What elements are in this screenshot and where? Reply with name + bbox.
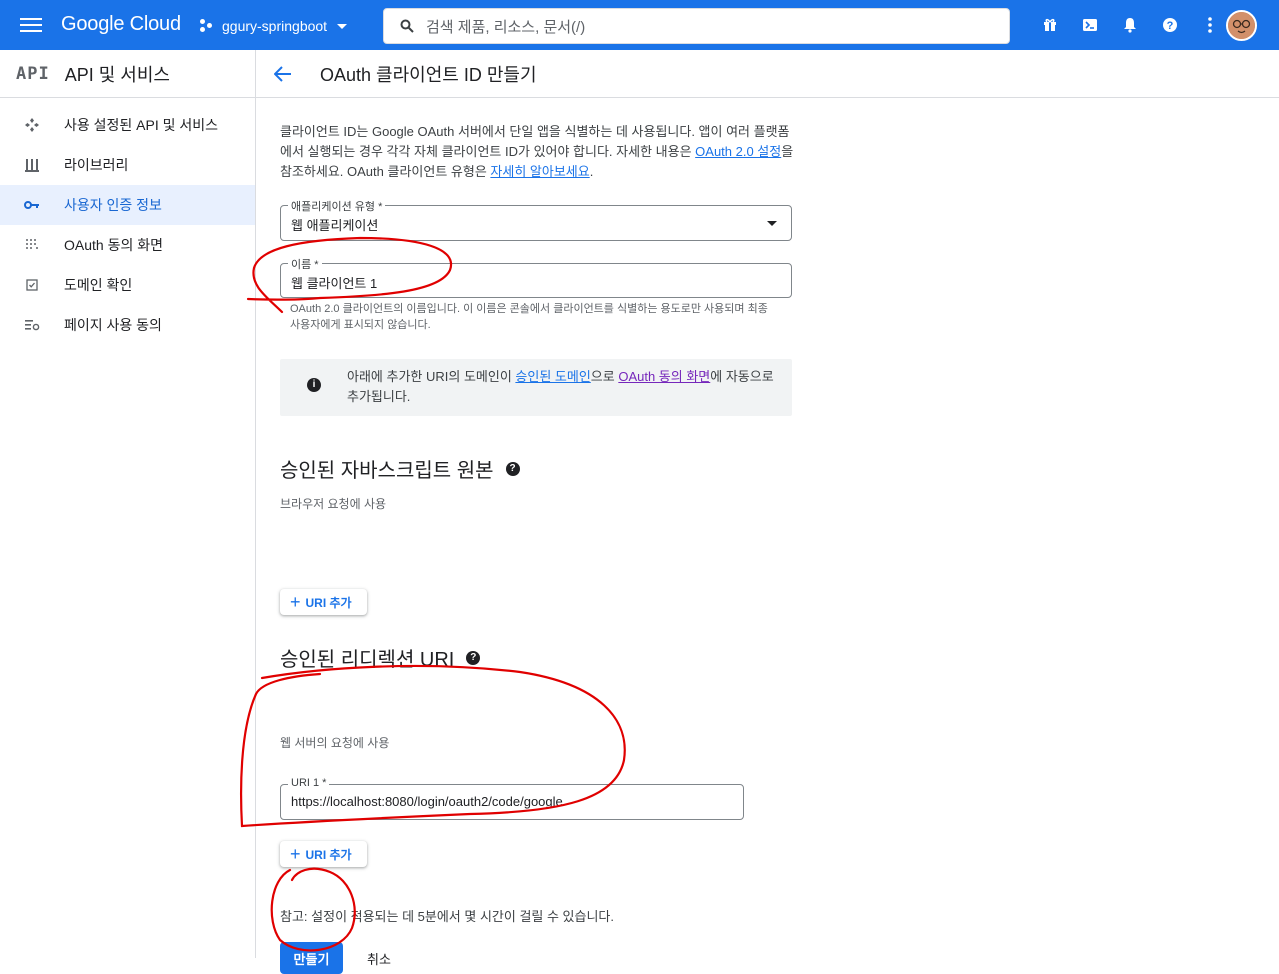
sidebar-item-enabled-apis[interactable]: 사용 설정된 API 및 서비스 [0,105,255,145]
application-type-value: 웹 애플리케이션 [291,218,379,233]
api-diamond-icon [24,117,40,133]
uri-1-value: https://localhost:8080/login/oauth2/code… [291,794,563,809]
main-menu-icon[interactable] [20,15,42,35]
search-placeholder: 검색 제품, 리소스, 문서(/) [426,18,586,36]
authorized-domains-link[interactable]: 승인된 도메인 [515,369,590,384]
sidebar-item-library[interactable]: 라이브러리 [0,145,255,185]
create-button[interactable]: 만들기 [280,942,343,974]
top-app-bar: Google Cloud ggury-springboot 검색 제품, 리소스… [0,0,1279,50]
redirect-uris-subtitle: 웹 서버의 요청에 사용 [280,736,390,750]
name-input[interactable]: 이름 * 웹 클라이언트 1 [280,256,792,298]
cancel-button[interactable]: 취소 [367,949,391,968]
sidebar-item-page-usage-agreement[interactable]: 페이지 사용 동의 [0,305,255,345]
js-origins-title: 승인된 자바스크립트 원본 [280,460,494,482]
page-header: OAuth 클라이언트 ID 만들기 [256,50,1279,98]
key-icon [24,197,40,213]
more-vert-icon[interactable] [1190,14,1230,36]
search-icon [400,19,414,33]
sidebar-item-label: 라이브러리 [64,157,129,173]
info-icon: i [307,378,321,392]
sidebar-item-label: 사용자 인증 정보 [64,197,162,213]
add-uri-label: URI 추가 [305,847,352,862]
info-text: 아래에 추가한 URI의 도메인이 승인된 도메인으로 OAuth 동의 화면에… [347,367,787,407]
help-icon[interactable]: ? [505,461,520,476]
add-uri-label: URI 추가 [305,595,352,610]
oauth-setup-link[interactable]: OAuth 2.0 설정 [695,144,781,159]
redirect-uri-1-input[interactable]: URI 1 * https://localhost:8080/login/oau… [280,777,744,820]
gift-icon[interactable] [1030,14,1070,36]
svg-text:?: ? [1167,20,1174,32]
sidebar-item-label: 사용 설정된 API 및 서비스 [64,117,219,133]
info-box: i 아래에 추가한 URI의 도메인이 승인된 도메인으로 OAuth 동의 화… [280,359,792,416]
library-icon [24,157,40,173]
page-title: OAuth 클라이언트 ID 만들기 [320,64,537,85]
name-hint: OAuth 2.0 클라이언트의 이름입니다. 이 이름은 콘솔에서 클라이언트… [290,303,768,331]
help-icon[interactable]: ? [1150,14,1190,36]
redirect-uris-title: 승인된 리디렉션 URI [280,649,455,671]
sidebar-item-label: 도메인 확인 [64,277,133,293]
back-arrow-icon[interactable] [274,64,294,84]
sidebar-item-domain-verification[interactable]: 도메인 확인 [0,265,255,305]
sidebar-header: API API 및 서비스 [0,50,255,98]
js-origins-subtitle: 브라우저 요청에 사용 [280,497,387,511]
propagation-note: 참고: 설정이 적용되는 데 5분에서 몇 시간이 걸릴 수 있습니다. [280,909,615,924]
checkbox-icon [24,277,40,293]
application-type-label: 애플리케이션 유형 * [288,198,386,214]
uri-1-label: URI 1 * [288,777,330,789]
project-name: ggury-springboot [222,18,328,34]
plus-icon: + [290,592,301,612]
sidebar-title: API 및 서비스 [64,64,170,85]
oauth-consent-screen-link[interactable]: OAuth 동의 화면 [618,369,710,384]
info-text-part: 으로 [590,369,619,384]
project-icon [200,19,214,33]
search-input[interactable]: 검색 제품, 리소스, 문서(/) [383,8,1010,44]
js-origins-heading: 승인된 자바스크립트 원본 ? [280,454,520,483]
chevron-down-icon [337,23,348,29]
intro-text-part: . [589,164,594,179]
settings-list-icon [24,317,40,333]
help-icon[interactable]: ? [466,650,481,665]
sidebar: API API 및 서비스 사용 설정된 API 및 서비스 라이브러리 사용자… [0,50,256,958]
add-redirect-uri-button[interactable]: + URI 추가 [280,841,367,867]
main-content: OAuth 클라이언트 ID 만들기 클라이언트 ID는 Google OAut… [256,50,1279,974]
google-cloud-logo[interactable]: Google Cloud [61,13,181,36]
add-js-origin-uri-button[interactable]: + URI 추가 [280,589,367,615]
application-type-select[interactable]: 애플리케이션 유형 * 웹 애플리케이션 [280,198,792,241]
chevron-down-icon [767,221,777,226]
consent-dots-icon [24,237,40,253]
project-picker[interactable]: ggury-springboot [200,12,348,40]
account-avatar[interactable] [1226,10,1257,41]
notifications-bell-icon[interactable] [1110,14,1150,36]
plus-icon: + [290,844,301,864]
sidebar-item-label: 페이지 사용 동의 [64,317,162,333]
sidebar-item-credentials[interactable]: 사용자 인증 정보 [0,185,255,225]
redirect-uris-heading: 승인된 리디렉션 URI ? [280,643,481,672]
api-logo: API [16,63,50,84]
name-label: 이름 * [288,256,322,272]
info-text-part: 아래에 추가한 URI의 도메인이 [347,369,516,384]
intro-text: 클라이언트 ID는 Google OAuth 서버에서 단일 앱을 식별하는 데… [280,122,795,182]
name-value: 웹 클라이언트 1 [291,276,378,291]
learn-more-link[interactable]: 자세히 알아보세요 [490,164,589,179]
cloud-shell-icon[interactable] [1070,14,1110,36]
sidebar-item-label: OAuth 동의 화면 [64,237,163,253]
sidebar-item-oauth-consent[interactable]: OAuth 동의 화면 [0,225,255,265]
